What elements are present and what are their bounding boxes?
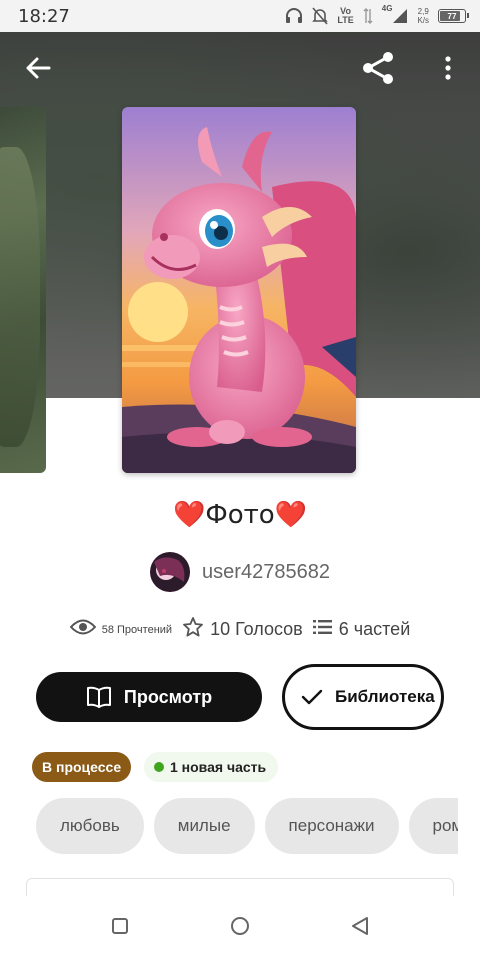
battery-icon: 77	[438, 9, 469, 23]
square-icon	[111, 917, 129, 940]
parts-label: 6 частей	[338, 619, 411, 639]
recent-apps-button[interactable]	[105, 913, 135, 943]
new-part-badge: 1 новая часть	[144, 752, 279, 782]
parts-stat: 6 частей	[312, 619, 411, 640]
author-name[interactable]: user42785682	[202, 561, 330, 584]
back-nav-button[interactable]	[345, 913, 375, 943]
story-title-text: Фото	[205, 500, 275, 530]
reads-label: 58 Прочтений	[101, 623, 173, 636]
status-time: 18:27	[18, 5, 70, 27]
story-title: ❤️Фото❤️	[0, 500, 480, 530]
share-button[interactable]	[358, 50, 398, 90]
arrow-left-icon	[25, 57, 51, 84]
read-button-label: Просмотр	[123, 686, 213, 707]
system-navigation-bar	[0, 896, 480, 960]
star-icon	[182, 616, 204, 643]
library-button-label: Библиотека	[335, 687, 435, 706]
heart-left: ❤️	[172, 500, 206, 530]
network-label: 4G	[381, 3, 393, 13]
mute-notifications-icon	[312, 7, 329, 25]
heart-right: ❤️	[274, 500, 308, 530]
new-part-label: 1 новая часть	[170, 759, 267, 775]
volte-icon: Vo LTE	[337, 7, 353, 25]
share-icon	[361, 51, 395, 90]
add-to-library-button[interactable]: Библиотека	[282, 664, 444, 730]
circle-icon	[230, 916, 250, 941]
tag-chip[interactable]: милые	[153, 798, 255, 854]
avatar[interactable]	[150, 552, 191, 592]
status-icons: Vo LTE 4G 2,9 K/s 77	[285, 4, 469, 25]
tag-chip[interactable]: любовь	[36, 798, 144, 854]
story-details-screen: 18:27 Vo LTE 4G 2,9 K/s 77 ❤️Фото❤️ user…	[0, 0, 480, 960]
previous-cover-image[interactable]	[0, 107, 46, 473]
tag-chip[interactable]: персонажи	[264, 798, 399, 854]
status-bar: 18:27 Vo LTE 4G 2,9 K/s 77	[0, 0, 480, 32]
votes-stat: 10 Голосов	[182, 616, 303, 643]
green-dot-icon	[154, 762, 164, 772]
home-button[interactable]	[225, 913, 255, 943]
checkmark-icon	[301, 688, 323, 706]
tag-chip[interactable]: ром	[408, 798, 458, 854]
more-options-button[interactable]	[428, 50, 468, 90]
votes-label: 10 Голосов	[210, 619, 303, 639]
headphones-icon	[285, 8, 303, 24]
more-vertical-icon	[445, 55, 451, 85]
list-icon	[312, 619, 333, 640]
author-row[interactable]: user42785682	[0, 552, 480, 592]
triangle-back-icon	[350, 916, 370, 941]
reads-stat: 58 Прочтений	[69, 618, 173, 641]
speed-value: 2,9	[417, 7, 429, 16]
story-stats: 58 Прочтений 10 Голосов 6 частей	[0, 616, 480, 643]
back-button[interactable]	[18, 50, 58, 90]
read-button[interactable]: Просмотр	[36, 672, 262, 722]
tags-row[interactable]: любовь милые персонажи ром	[36, 798, 458, 854]
eye-icon	[69, 618, 97, 641]
data-speed: 2,9 K/s	[417, 7, 429, 25]
status-badge: В процессе	[32, 752, 132, 782]
book-icon	[86, 686, 112, 708]
volte-bottom-label: LTE	[337, 15, 354, 25]
battery-level: 77	[447, 11, 457, 21]
signal-arrows-icon	[363, 7, 373, 25]
speed-unit: K/s	[417, 16, 429, 25]
cell-signal-icon: 4G	[382, 4, 409, 24]
story-cover-image[interactable]	[122, 107, 356, 473]
